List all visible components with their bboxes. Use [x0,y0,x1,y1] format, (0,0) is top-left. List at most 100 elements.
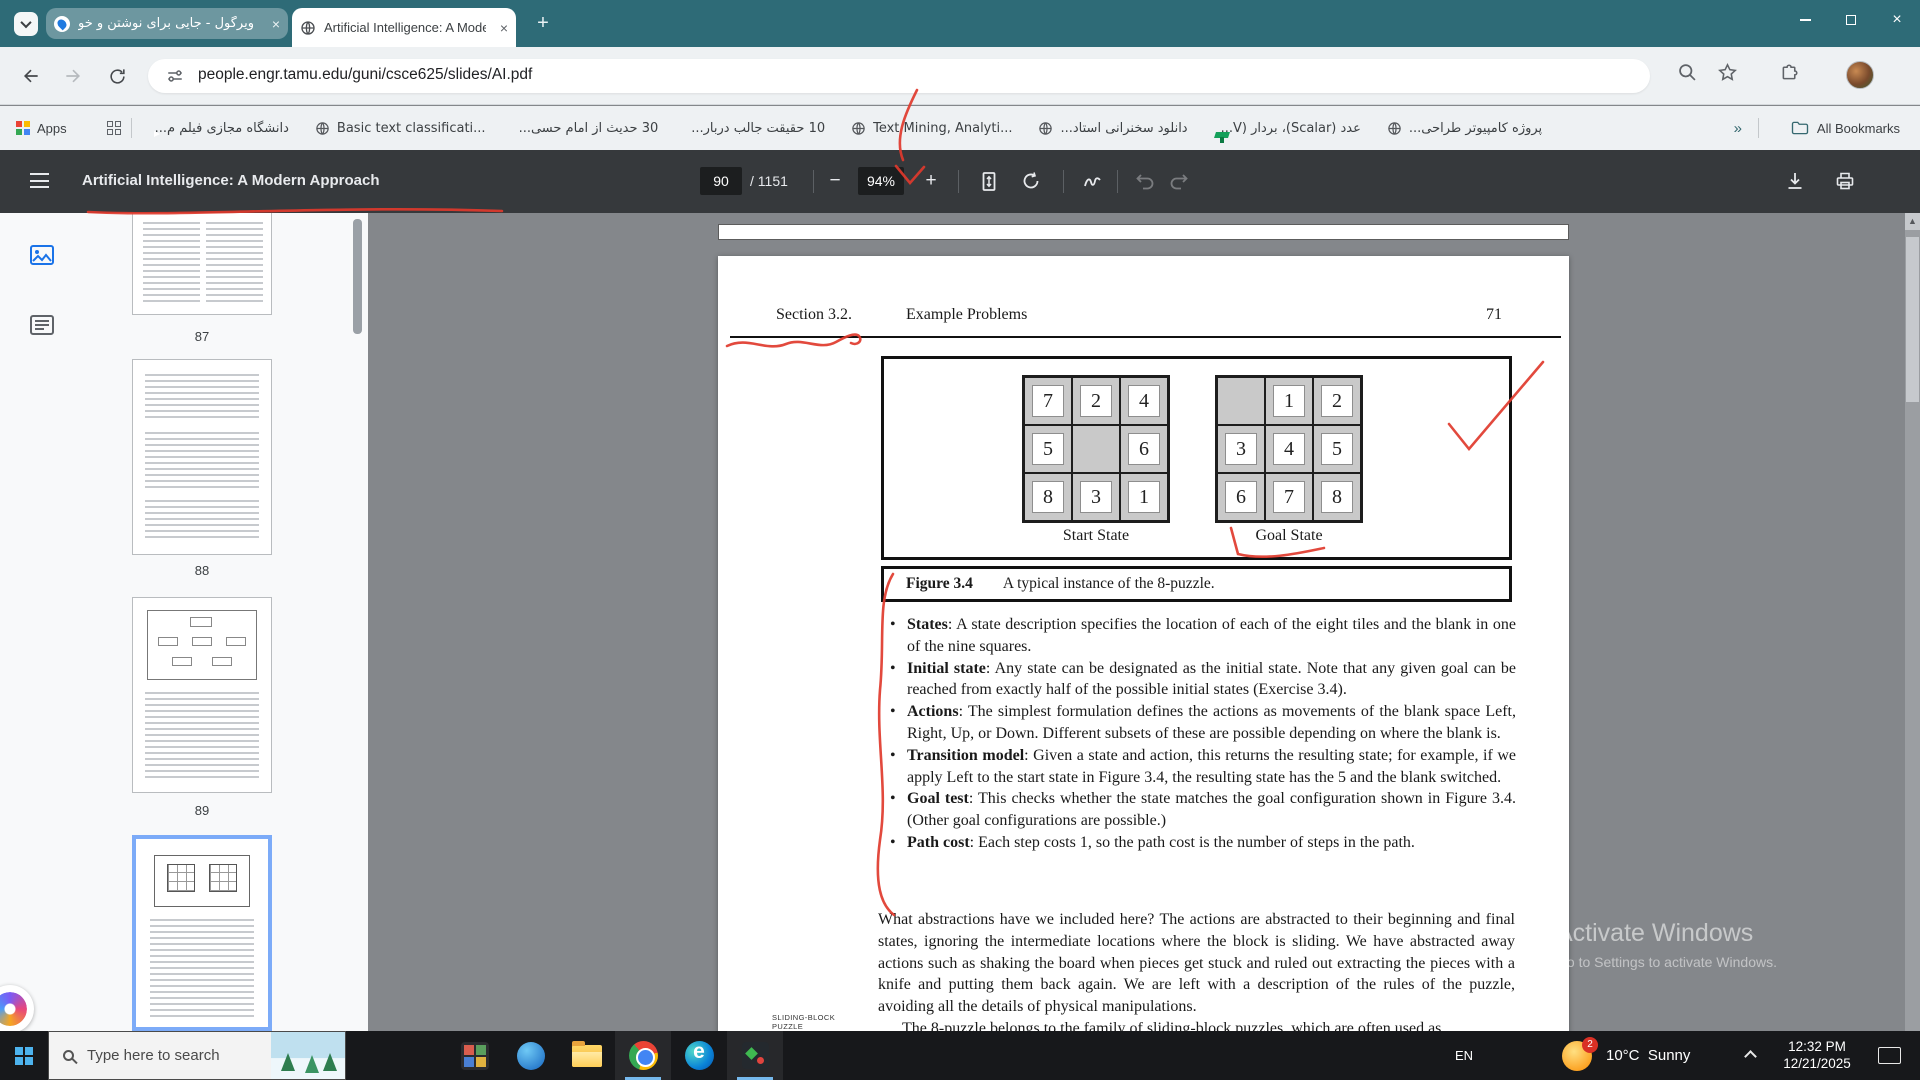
figure-caption-label: Figure 3.4 [906,575,973,593]
header-rule [730,336,1561,338]
url-text[interactable]: people.engr.tamu.edu/guni/csce625/slides… [198,66,532,84]
extensions-puzzle-icon[interactable] [1779,62,1800,83]
apps-grid-icon [16,121,30,135]
thumbnail-label: 88 [132,563,272,578]
windows-taskbar: Type here to search EN 2 10°C Sunny 12:3… [0,1031,1920,1080]
blue-app-icon [517,1042,545,1070]
back-button[interactable] [18,63,44,89]
action-center-icon[interactable] [1878,1047,1901,1064]
window-maximize-button[interactable] [1828,0,1874,40]
windows-logo-icon [15,1047,33,1065]
window-minimize-button[interactable] [1782,0,1828,40]
bullet-item: Transition model: Given a state and acti… [888,745,1516,789]
taskbar-app-blue[interactable] [503,1031,559,1080]
thumbnail-page-89[interactable] [132,597,272,793]
page-number-input[interactable]: 90 [700,167,742,195]
tab-virgool[interactable]: ویرگول - جایی برای نوشتن و خواند × [46,8,288,39]
scrollbar-thumb[interactable] [1906,237,1919,402]
bookmark-item[interactable]: Text Mining, Analyti... [851,121,1012,136]
start-button[interactable] [0,1031,48,1080]
divider [1758,118,1759,138]
bullet-text: : Any state can be designated as the ini… [907,660,1516,699]
zoom-out-button[interactable]: − [822,168,848,194]
zoom-level-input[interactable]: 94% [858,167,904,195]
apps-shortcut[interactable]: Apps [16,121,67,136]
bookmarks-items: دانشگاه مجازی فیلم م... Basic text classi… [148,121,1569,136]
all-bookmarks-button[interactable]: All Bookmarks [1791,120,1900,136]
zoom-in-button[interactable]: + [918,168,944,194]
taskbar-app-photos[interactable] [447,1031,503,1080]
bookmark-item[interactable]: عدد (Scalar)، بردار (V... [1214,121,1361,136]
thumbnail-page-88[interactable] [132,359,272,555]
paragraph: What abstractions have we included here?… [878,909,1515,1018]
activate-windows-watermark: Activate Windows Go to Settings to activ… [1556,919,1777,970]
window-close-button[interactable]: × [1874,0,1920,40]
thumbnail-view-icon[interactable] [30,245,54,265]
download-button[interactable] [1782,168,1808,194]
avatar [1846,61,1874,89]
rotate-icon [1021,171,1041,191]
figure-caption-text: A typical instance of the 8-puzzle. [1003,575,1215,593]
figure-caption-box: Figure 3.4 A typical instance of the 8-p… [881,566,1512,602]
search-highlight-image[interactable] [271,1032,345,1079]
site-info-icon[interactable] [166,67,184,85]
reload-button[interactable] [104,63,130,89]
thumbnail-page-87[interactable] [132,213,272,315]
profile-avatar[interactable] [1846,61,1874,89]
dev-app-icon [742,1042,769,1069]
language-indicator[interactable]: EN [1446,1031,1482,1080]
pdf-content-area: 87 88 89 [0,213,1920,1031]
weather-widget[interactable]: 2 10°C Sunny [1562,1031,1690,1080]
address-bar-row: people.engr.tamu.edu/guni/csce625/slides… [0,47,1920,105]
rotate-button[interactable] [1018,168,1044,194]
thumbnail-page-90-selected[interactable] [132,835,272,1031]
tray-chevron-up-icon[interactable] [1744,1050,1757,1063]
tab-ai-pdf[interactable]: Artificial Intelligence: A Modern × [292,8,516,47]
printer-icon [1835,171,1855,191]
reading-list-icon[interactable] [107,121,121,135]
taskbar-chrome[interactable] [615,1031,671,1080]
forward-button[interactable] [60,63,86,89]
scrollbar-up-arrow[interactable]: ▲ [1905,213,1920,230]
bookmarks-overflow-chevron[interactable]: » [1734,120,1742,137]
bookmark-item[interactable]: Basic text classificati... [315,121,486,136]
annotate-pen-button[interactable] [1080,168,1106,194]
minimize-icon [1800,19,1811,21]
tab-search-button[interactable] [14,12,38,36]
close-tab-icon[interactable]: × [500,21,508,35]
omnibox[interactable]: people.engr.tamu.edu/guni/csce625/slides… [148,59,1650,93]
thumbnail-label: 89 [132,803,272,818]
fit-to-page-button[interactable] [976,168,1002,194]
goal-state-label: Goal State [1215,527,1363,545]
bookmark-item[interactable]: پروژه کامپیوتر طراحی... [1387,121,1542,136]
taskbar-edge[interactable] [671,1031,727,1080]
sidebar-scrollbar-thumb[interactable] [353,219,362,334]
undo-button[interactable] [1132,168,1158,194]
pdf-more-menu[interactable] [1878,168,1904,194]
new-tab-button[interactable]: + [530,11,556,37]
taskbar-app-dev[interactable] [727,1031,783,1080]
pdf-document-title: Artificial Intelligence: A Modern Approa… [82,172,380,189]
bookmark-item[interactable]: دانشگاه مجازی فیلم م... [148,121,289,136]
bookmark-item[interactable]: 30 حدیث از امام حسی... [512,121,659,136]
taskbar-clock[interactable]: 12:32 PM 12/21/2025 [1766,1031,1868,1080]
bookmark-label: Basic text classificati... [337,121,486,136]
bookmark-star-icon[interactable] [1717,62,1738,83]
main-scrollbar[interactable]: ▲ [1905,213,1920,1031]
close-tab-icon[interactable]: × [272,17,280,31]
pdf-menu-button[interactable] [30,173,49,188]
bookmark-label: دانلود سخنرانی استاد... [1060,121,1187,136]
paragraph: The 8-puzzle belongs to the family of sl… [878,1018,1515,1031]
bookmark-item[interactable]: دانلود سخنرانی استاد... [1038,121,1187,136]
running-header: Example Problems [906,306,1027,324]
zoom-indicator-icon[interactable] [1677,62,1698,83]
taskbar-search-box[interactable]: Type here to search [48,1031,346,1080]
pdf-sidebar: 87 88 89 [0,213,368,1031]
taskbar-file-explorer[interactable] [559,1031,615,1080]
globe-icon [1038,121,1053,136]
print-button[interactable] [1832,168,1858,194]
outline-view-icon[interactable] [30,315,54,335]
bookmark-label: 30 حدیث از امام حسی... [519,121,659,136]
redo-button[interactable] [1166,168,1192,194]
bookmark-item[interactable]: 10 حقیقت جالب دربار... [684,121,825,136]
